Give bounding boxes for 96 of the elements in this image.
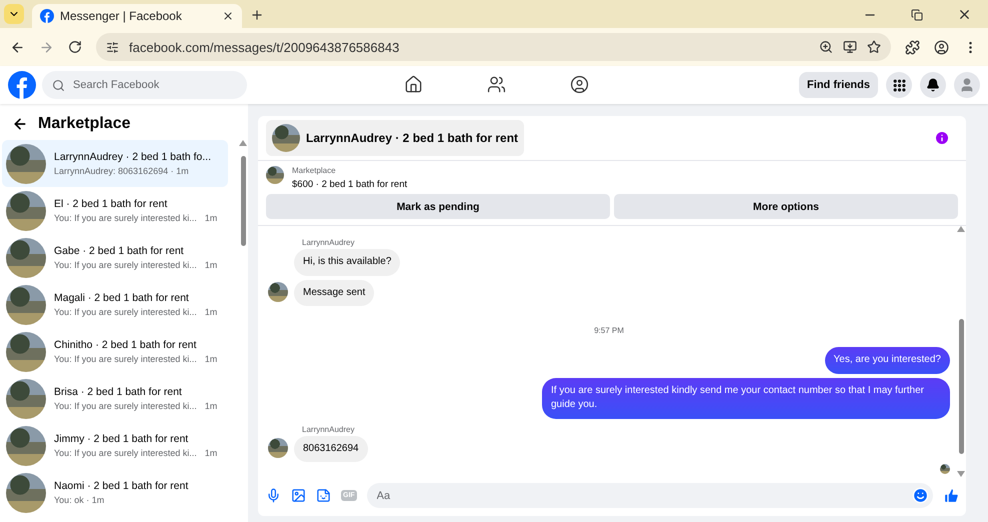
install-icon[interactable] — [843, 40, 857, 54]
message-composer[interactable]: Aa — [366, 483, 933, 508]
message-bubble: 8063162694 — [294, 436, 368, 462]
photo-icon[interactable] — [291, 488, 306, 503]
account-avatar-icon[interactable] — [954, 72, 980, 98]
conversation-item[interactable]: Naomi · 2 bed 1 bath for rent You: ok · 1m — [2, 469, 228, 516]
search-icon — [52, 78, 65, 92]
sidebar-title: Marketplace — [38, 115, 130, 133]
message-preview: You: ok · 1m — [54, 495, 104, 505]
conversation-item[interactable]: LarrynnAudrey · 2 bed 1 bath fo... LarrynnAudrey: 8063162694 · 1m — [2, 140, 228, 187]
message-preview: LarrynnAudrey: 8063162694 · 1m — [54, 166, 189, 176]
message-bubble: Hi, is this available? — [294, 249, 400, 276]
conversation-title: Jimmy · 2 bed 1 bath for rent — [54, 433, 190, 445]
conversation-item[interactable]: Jimmy · 2 bed 1 bath for rent You: If you are surely interested ki... 1m — [2, 422, 228, 469]
site-settings-icon[interactable] — [106, 40, 119, 54]
house-photo-placeholder — [6, 426, 46, 466]
sticker-icon[interactable] — [316, 488, 331, 503]
message-time: 1m — [204, 448, 218, 458]
tab-title: Messenger | Facebook — [60, 9, 183, 23]
message-time: 1m — [204, 401, 218, 411]
avatar-photo-placeholder — [268, 282, 288, 302]
sender-name: LarrynnAudrey — [302, 424, 356, 434]
house-photo-placeholder — [272, 124, 300, 152]
conversation-title: Brisa · 2 bed 1 bath for rent — [54, 386, 183, 398]
conversation-item[interactable]: Gabe · 2 bed 1 bath for rent You: If you are surely interested ki... 1m — [2, 234, 228, 281]
conversation-title: LarrynnAudrey · 2 bed 1 bath fo... — [54, 151, 212, 163]
facebook-logo-icon[interactable] — [8, 71, 36, 99]
conversation-title: Gabe · 2 bed 1 bath for rent — [54, 245, 185, 257]
scroll-up-icon[interactable] — [239, 140, 247, 146]
message-time: 1m — [204, 213, 218, 223]
notifications-icon[interactable] — [920, 72, 946, 98]
message-field[interactable]: Aa — [374, 488, 912, 502]
conversation-title: Naomi · 2 bed 1 bath for rent — [54, 480, 188, 492]
more-options-button[interactable]: More options — [614, 194, 958, 219]
browser-tab[interactable]: Messenger | Facebook — [32, 4, 242, 28]
profile-icon[interactable] — [934, 40, 949, 54]
conversation-item[interactable]: Chinitho · 2 bed 1 bath for rent You: If you are surely interested ki... 1m — [2, 328, 228, 375]
address-bar[interactable]: facebook.com/messages/t/2009643876586843 — [96, 33, 891, 61]
message-bubble: Yes, are you interested? — [824, 347, 950, 374]
info-icon[interactable] — [934, 130, 950, 146]
seen-avatar-icon — [940, 464, 950, 474]
conversation-title: Chinitho · 2 bed 1 bath for rent — [54, 339, 198, 351]
scrollbar-thumb[interactable] — [958, 319, 964, 454]
conversation-title: Magali · 2 bed 1 bath for rent — [54, 292, 190, 304]
message-preview: You: If you are surely interested ki... — [54, 260, 197, 270]
scroll-up-icon[interactable] — [957, 226, 965, 232]
house-photo-placeholder — [6, 238, 46, 278]
thumbs-up-icon[interactable] — [943, 487, 960, 504]
house-photo-placeholder — [6, 284, 46, 324]
tab-search-button[interactable] — [4, 4, 24, 24]
emoji-icon[interactable] — [912, 487, 929, 504]
conversation-item[interactable]: El · 2 bed 1 bath for rent You: If you are surely interested ki... 1m — [2, 187, 228, 234]
message-bubble: Message sent — [294, 280, 374, 306]
mark-pending-button[interactable]: Mark as pending — [266, 194, 610, 219]
house-photo-placeholder — [6, 378, 46, 418]
menu-grid-icon[interactable] — [886, 72, 912, 98]
message-bubble: If you are surely interested kindly send me your contact number so that I may further guide you. — [542, 378, 950, 418]
house-photo-placeholder — [6, 190, 46, 230]
extensions-icon[interactable] — [905, 40, 920, 54]
message-preview: You: If you are surely interested ki... — [54, 401, 197, 411]
avatar-photo-placeholder — [268, 438, 288, 458]
forward-icon[interactable] — [39, 40, 54, 54]
chat-title-button[interactable]: LarrynnAudrey · 2 bed 1 bath for rent — [266, 120, 524, 156]
close-icon[interactable] — [222, 10, 234, 22]
house-photo-placeholder — [6, 332, 46, 372]
timestamp: 9:57 PM — [594, 326, 624, 335]
conversation-title: El · 2 bed 1 bath for rent — [54, 198, 168, 210]
message-time: 1m — [204, 260, 218, 270]
scroll-down-icon[interactable] — [957, 471, 965, 477]
message-preview: You: If you are surely interested ki... — [54, 213, 197, 223]
search-field[interactable]: Search Facebook — [71, 78, 225, 92]
sender-name: LarrynnAudrey — [302, 238, 356, 247]
bookmark-star-icon[interactable] — [867, 40, 881, 54]
listing-summary: $600 · 2 bed 1 bath for rent — [292, 179, 408, 190]
scrollbar-thumb[interactable] — [240, 156, 246, 246]
find-friends-button[interactable]: Find friends — [799, 72, 878, 98]
search-bar[interactable]: Search Facebook — [42, 71, 247, 99]
facebook-logo-icon — [40, 9, 54, 23]
conversation-item[interactable]: Brisa · 2 bed 1 bath for rent You: If you are surely interested ki... 1m — [2, 375, 228, 422]
zoom-icon[interactable] — [819, 40, 833, 54]
conversation-item[interactable]: Magali · 2 bed 1 bath for rent You: If you are surely interested ki... 1m — [2, 281, 228, 328]
reload-icon[interactable] — [68, 40, 82, 54]
listing-source: Marketplace — [292, 166, 337, 175]
message-preview: You: If you are surely interested ki... — [54, 354, 197, 364]
message-time: 1m — [204, 307, 218, 317]
new-tab-icon[interactable] — [250, 8, 264, 22]
back-icon[interactable] — [10, 40, 25, 54]
message-preview: You: If you are surely interested ki... — [54, 448, 197, 458]
house-photo-placeholder — [6, 472, 46, 512]
message-time: 1m — [204, 354, 218, 364]
house-photo-placeholder — [266, 166, 284, 184]
restore-icon[interactable] — [911, 7, 923, 22]
microphone-icon[interactable] — [266, 488, 281, 503]
message-preview: You: If you are surely interested ki... — [54, 307, 197, 317]
close-icon[interactable] — [957, 7, 972, 22]
house-photo-placeholder — [6, 144, 46, 184]
